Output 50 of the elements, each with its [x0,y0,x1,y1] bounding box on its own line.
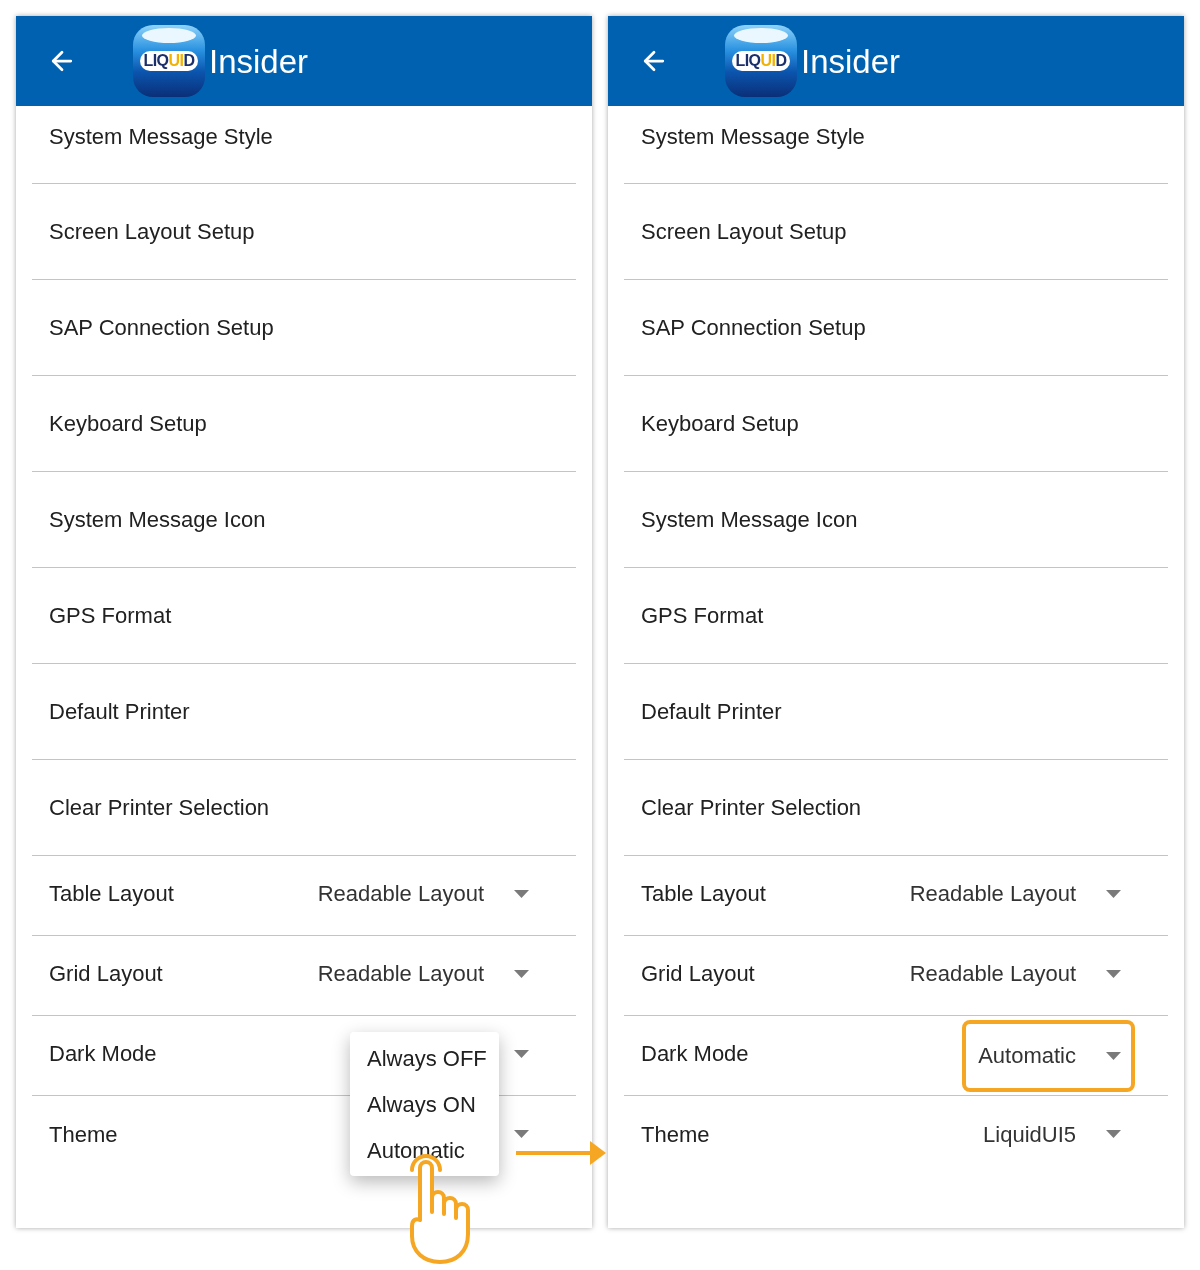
setting-label: Table Layout [49,880,174,908]
settings-item[interactable]: Keyboard Setup [32,376,576,472]
setting-label: Theme [49,1120,118,1149]
dropdown[interactable]: LiquidUI5 [983,1117,1121,1151]
settings-item[interactable]: Clear Printer Selection [624,760,1168,856]
dropdown[interactable]: Readable Layout [909,877,1121,910]
caret-icon [514,1049,529,1058]
settings-item[interactable]: GPS Format [32,568,576,664]
setting-label: Dark Mode [641,1040,749,1068]
settings-item[interactable]: System Message Icon [624,472,1168,568]
settings-item[interactable]: GPS Format [624,568,1168,664]
setting-label: Grid Layout [49,960,163,988]
settings-item[interactable]: Default Printer [624,664,1168,760]
logo-text: LIQUID [732,51,790,71]
settings-item[interactable]: System Message Icon [32,472,576,568]
settings-item[interactable]: Screen Layout Setup [32,184,576,280]
dropdown[interactable]: Readable Layout [909,957,1121,990]
logo-text: LIQUID [140,51,198,71]
settings-item[interactable]: SAP Connection Setup [32,280,576,376]
dropdown[interactable]: Readable Layout [317,877,529,910]
caret-icon [1106,969,1121,978]
caret-icon [514,1130,529,1138]
caret-icon [1106,889,1121,898]
settings-item[interactable]: Default Printer [32,664,576,760]
caret-icon [1106,1051,1121,1060]
settings-item[interactable]: Clear Printer Selection [32,760,576,856]
menu-option[interactable]: Always OFF [350,1035,499,1081]
setting-label: Theme [641,1120,710,1149]
app-title: Insider [801,44,901,78]
settings-item[interactable]: SAP Connection Setup [624,280,1168,376]
caret-icon [1106,1130,1121,1138]
settings-item[interactable]: Keyboard Setup [624,376,1168,472]
caret-icon [514,889,529,898]
dropdown[interactable] [514,1049,529,1058]
setting-label: Table Layout [641,880,766,908]
right-arrow-icon [516,1141,606,1165]
dropdown[interactable] [514,1130,529,1138]
setting-label: Dark Mode [49,1040,157,1068]
gloss-icon [734,28,788,43]
setting-label: Grid Layout [641,960,755,988]
caret-icon [514,969,529,978]
settings-item[interactable]: Screen Layout Setup [624,184,1168,280]
gloss-icon [142,28,196,43]
settings-item[interactable]: System Message Style [624,106,1168,184]
settings-item[interactable]: System Message Style [32,106,576,184]
menu-option[interactable]: Automatic [350,1127,499,1173]
dropdown[interactable]: Automatic [962,1019,1135,1092]
app-title: Insider [209,44,309,78]
dropdown[interactable]: Readable Layout [317,957,529,990]
menu-option[interactable]: Always ON [350,1081,499,1127]
